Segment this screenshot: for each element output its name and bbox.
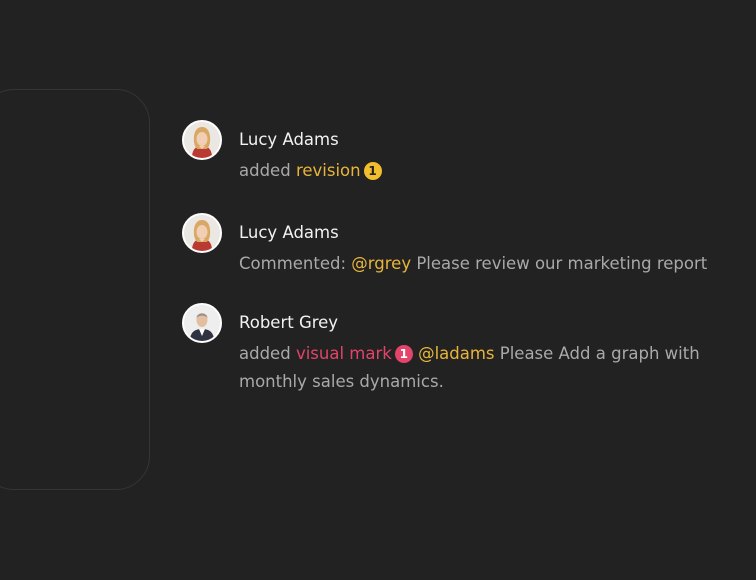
visual-mark-link[interactable]: visual mark	[296, 344, 392, 363]
woman-avatar-icon	[184, 215, 220, 251]
activity-message: Commented: @rgrey Please review our mark…	[239, 250, 739, 278]
message-text: added	[239, 161, 291, 180]
avatar[interactable]	[182, 213, 222, 253]
count-badge: 1	[363, 162, 382, 180]
count-badge: 1	[394, 345, 413, 363]
message-text: added	[239, 344, 291, 363]
author-name: Lucy Adams	[239, 130, 339, 149]
comment-text: Please review our marketing report	[416, 254, 708, 273]
message-text: Commented:	[239, 254, 347, 273]
revision-link[interactable]: revision	[296, 161, 361, 180]
man-avatar-icon	[184, 305, 220, 341]
avatar[interactable]	[182, 303, 222, 343]
avatar[interactable]	[182, 120, 222, 160]
author-name: Robert Grey	[239, 313, 339, 332]
mention-link[interactable]: @ladams	[418, 344, 494, 363]
author-name: Lucy Adams	[239, 223, 339, 242]
activity-message: added revision 1	[239, 157, 739, 185]
mention-link[interactable]: @rgrey	[351, 254, 411, 273]
woman-avatar-icon	[184, 122, 220, 158]
side-panel	[0, 89, 150, 490]
activity-message: added visual mark 1 @ladams Please Add a …	[239, 340, 739, 396]
